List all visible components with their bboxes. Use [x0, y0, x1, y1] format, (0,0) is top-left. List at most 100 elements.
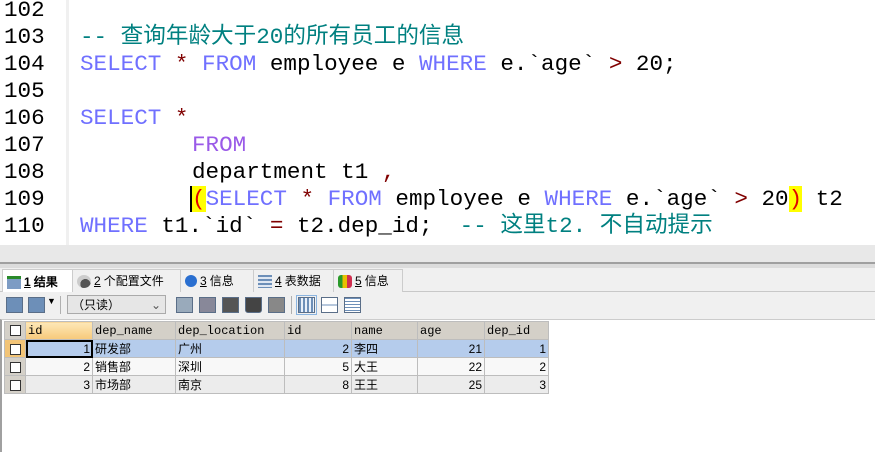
add-row-icon[interactable]	[176, 297, 193, 313]
line-number: 109	[4, 186, 45, 212]
toolbar-separator	[60, 296, 61, 314]
ident: department t1	[192, 159, 382, 185]
tab-info[interactable]: 5 信息	[333, 269, 403, 292]
cell[interactable]: 研发部	[92, 339, 176, 358]
cell[interactable]: 3	[25, 375, 93, 394]
result-grid-icon	[7, 275, 21, 289]
cell[interactable]: 25	[417, 375, 485, 394]
tab-number: 2	[94, 274, 101, 288]
sql-editor[interactable]: 102 103 104 105 106 107 108 109 110 -- 查…	[0, 0, 875, 245]
cell[interactable]: 1	[484, 339, 549, 358]
tab-number: 1	[24, 275, 31, 289]
line-number: 105	[4, 78, 45, 104]
save-icon[interactable]	[222, 297, 239, 313]
op: >	[734, 186, 748, 212]
kw: WHERE	[418, 51, 487, 77]
line-number: 108	[4, 159, 45, 185]
column-header[interactable]: age	[417, 321, 485, 340]
op: ,	[381, 159, 396, 185]
row-checkbox[interactable]	[4, 357, 26, 376]
line-number: 106	[4, 105, 45, 131]
cell[interactable]: 市场部	[92, 375, 176, 394]
dropdown-arrow-icon[interactable]: ▼	[47, 296, 56, 306]
bracket-match: )	[788, 186, 803, 212]
delete-icon[interactable]	[245, 297, 262, 313]
cell[interactable]: 广州	[175, 339, 285, 358]
code-comment: -- 这里t2. 不自动提示	[459, 213, 713, 239]
ident: e.`age`	[486, 51, 609, 77]
horizontal-scrollbar[interactable]	[0, 245, 875, 262]
ident: 20;	[622, 51, 677, 77]
column-header[interactable]: dep_location	[175, 321, 285, 340]
line-number: 104	[4, 51, 45, 77]
cell[interactable]: 22	[417, 357, 485, 376]
code-comment: -- 查询年龄大于20的所有员工的信息	[80, 24, 465, 50]
line-number: 103	[4, 24, 45, 50]
duplicate-row-icon[interactable]	[199, 297, 216, 313]
cell[interactable]: 大王	[351, 357, 418, 376]
cancel-changes-icon[interactable]	[268, 297, 285, 313]
export-icon[interactable]	[6, 297, 23, 313]
column-header[interactable]: dep_name	[92, 321, 176, 340]
code-line-104: SELECT * FROM employee e WHERE e.`age` >…	[80, 51, 677, 78]
ident: employee e	[256, 51, 419, 77]
cell[interactable]: 3	[484, 375, 549, 394]
tab-profiles[interactable]: 2 个配置文件	[72, 269, 182, 292]
cell[interactable]: 5	[284, 357, 352, 376]
import-icon[interactable]	[28, 297, 45, 313]
tab-messages[interactable]: 3 信息	[180, 269, 255, 292]
form-view-icon[interactable]	[321, 297, 338, 313]
text-view-icon[interactable]	[344, 297, 361, 313]
result-grid: id dep_name dep_location id name age dep…	[0, 319, 875, 452]
line-number: 102	[4, 0, 45, 23]
cell[interactable]: 2	[484, 357, 549, 376]
result-tabs: 1 结果 2 个配置文件 3 信息 4 表数据 5 信息	[0, 268, 875, 294]
table-row[interactable]: 1 研发部 广州 2 李四 21 1	[4, 339, 549, 358]
row-checkbox[interactable]	[4, 375, 26, 394]
cell[interactable]: 1	[25, 339, 93, 358]
cell[interactable]: 2	[25, 357, 93, 376]
op: *	[161, 105, 189, 131]
kw: FROM	[327, 186, 382, 212]
kw: SELECT	[80, 51, 162, 77]
row-checkbox[interactable]	[4, 339, 26, 358]
cell[interactable]: 2	[284, 339, 352, 358]
tab-number: 4	[275, 274, 282, 288]
cell[interactable]: 深圳	[175, 357, 285, 376]
tab-table-data[interactable]: 4 表数据	[253, 269, 335, 292]
kw: WHERE	[80, 213, 148, 239]
code-line-106: SELECT *	[80, 105, 188, 132]
readonly-select[interactable]: （只读） ⌄	[67, 295, 166, 314]
code-line-107: FROM	[192, 132, 246, 159]
cell[interactable]: 销售部	[92, 357, 176, 376]
column-header[interactable]: id	[284, 321, 352, 340]
kw: WHERE	[544, 186, 613, 212]
table-row[interactable]: 3 市场部 南京 8 王王 25 3	[4, 375, 549, 394]
cell[interactable]: 王王	[351, 375, 418, 394]
header-row: id dep_name dep_location id name age dep…	[4, 321, 549, 340]
tab-label: 表数据	[284, 274, 321, 288]
op: *	[286, 186, 328, 212]
tab-label: 结果	[33, 275, 58, 289]
kw: FROM	[202, 51, 257, 77]
cell[interactable]: 8	[284, 375, 352, 394]
ident: t2	[802, 186, 843, 212]
toolbar-separator	[291, 296, 292, 314]
line-number: 110	[4, 213, 45, 239]
ident: t1.`id`	[147, 213, 270, 239]
grid-view-icon[interactable]	[296, 295, 317, 315]
select-all-checkbox[interactable]	[4, 321, 26, 340]
column-header[interactable]: name	[351, 321, 418, 340]
cell[interactable]: 21	[417, 339, 485, 358]
code-line-108: department t1 ,	[192, 159, 395, 186]
column-header[interactable]: dep_id	[484, 321, 549, 340]
result-table: id dep_name dep_location id name age dep…	[4, 321, 549, 394]
bracket-match: (	[192, 186, 206, 212]
cell[interactable]: 南京	[175, 375, 285, 394]
column-header[interactable]: id	[25, 321, 93, 340]
ident: employee e	[381, 186, 545, 212]
table-row[interactable]: 2 销售部 深圳 5 大王 22 2	[4, 357, 549, 376]
cell[interactable]: 李四	[351, 339, 418, 358]
op: *	[161, 51, 203, 77]
tab-results[interactable]: 1 结果	[2, 269, 74, 294]
